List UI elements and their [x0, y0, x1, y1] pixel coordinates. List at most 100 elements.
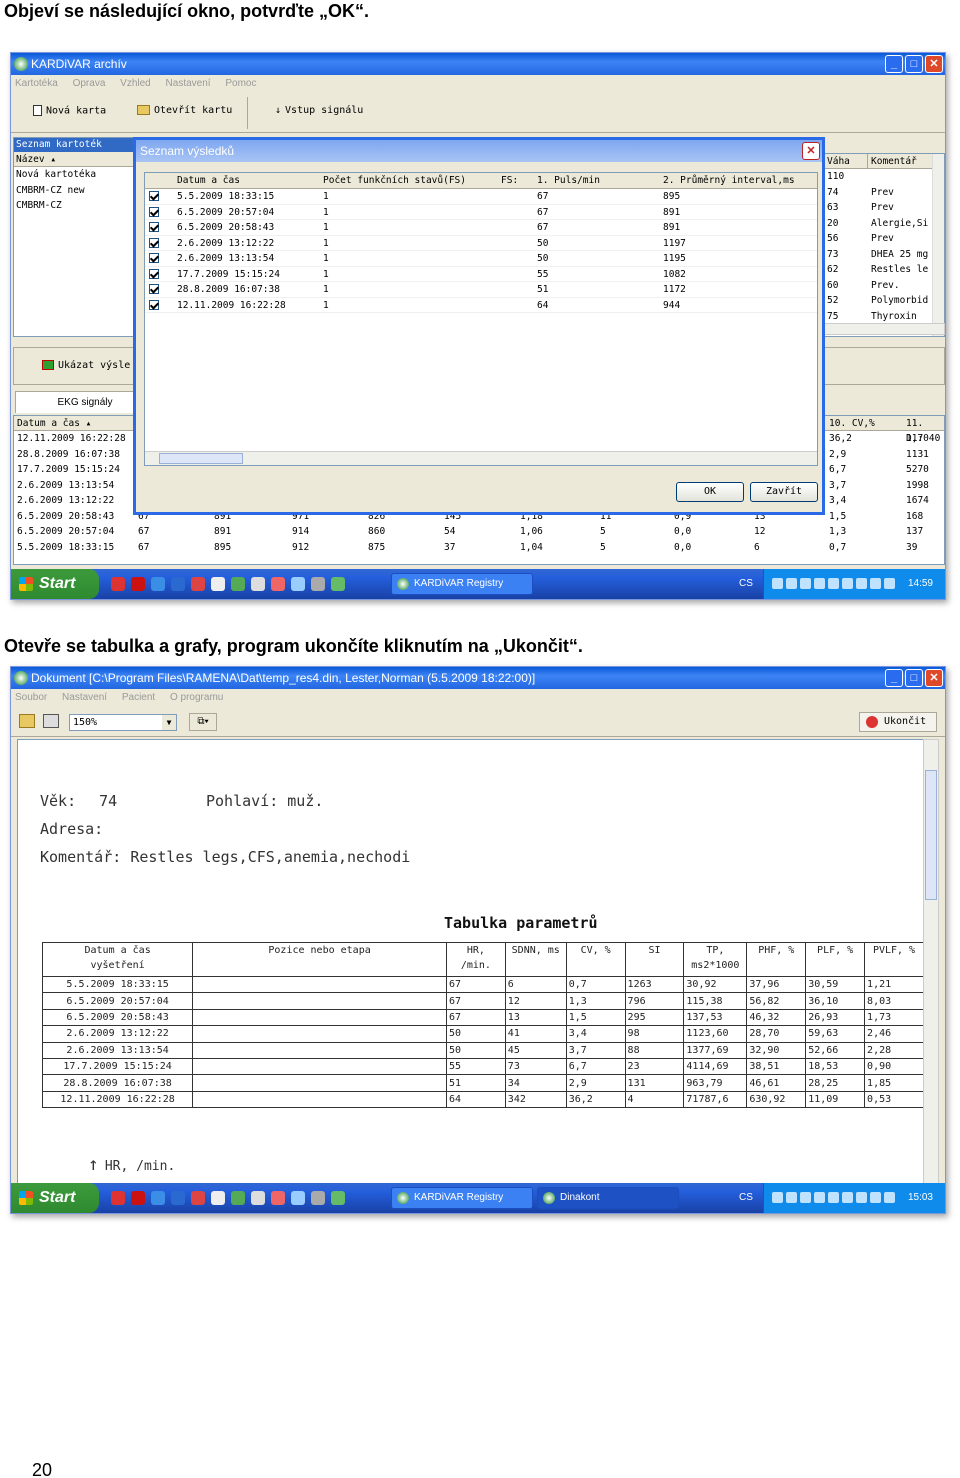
- row-checkbox[interactable]: [149, 206, 159, 217]
- card-file-item[interactable]: CMBRM-CZ: [16, 198, 136, 214]
- patient-row[interactable]: 52 Polymorbid: [824, 293, 944, 309]
- menu-item-pacient[interactable]: Pacient: [122, 692, 155, 703]
- chevron-down-icon[interactable]: ▼: [162, 715, 176, 730]
- quick-launch-icon[interactable]: [151, 1191, 165, 1205]
- quick-launch-icon[interactable]: [311, 1191, 325, 1205]
- quick-launch-icon[interactable]: [231, 1191, 245, 1205]
- copy-icon[interactable]: ⧉▾: [189, 713, 217, 731]
- language-indicator[interactable]: CS: [739, 1183, 753, 1213]
- result-row[interactable]: 2.6.2009 13:12:22 1 50 1197: [145, 236, 817, 251]
- result-row[interactable]: 5.5.2009 18:33:15 1 67 895: [145, 189, 817, 205]
- row-checkbox[interactable]: [149, 237, 159, 248]
- weight-column-header[interactable]: Váha: [824, 154, 868, 168]
- quick-launch-icon[interactable]: [131, 577, 145, 591]
- quick-launch-icon[interactable]: [291, 577, 305, 591]
- menu-item-o-programu[interactable]: O programu: [170, 692, 223, 703]
- quick-launch-icon[interactable]: [171, 577, 185, 591]
- quick-launch-icon[interactable]: [331, 577, 345, 591]
- card-file-item[interactable]: Nová kartotéka: [16, 167, 136, 183]
- menu-item-vzhled[interactable]: Vzhled: [120, 78, 151, 89]
- close-button[interactable]: ✕: [925, 669, 943, 687]
- patient-row[interactable]: 20 Alergie,Si: [824, 216, 944, 232]
- open-card-button[interactable]: Otevřít kartu: [137, 105, 232, 116]
- quick-launch-icon[interactable]: [251, 1191, 265, 1205]
- result-row[interactable]: 28.8.2009 16:07:38 1 51 1172: [145, 282, 817, 298]
- patient-row[interactable]: 75 Thyroxin: [824, 309, 944, 325]
- col-functional-states[interactable]: Počet funkčních stavů(FS): [323, 173, 466, 189]
- row-checkbox[interactable]: [149, 191, 159, 201]
- close-button[interactable]: ✕: [925, 55, 943, 73]
- quick-launch-icon[interactable]: [251, 577, 265, 591]
- horizontal-scrollbar[interactable]: [823, 323, 945, 335]
- patient-row[interactable]: 56 Prev: [824, 231, 944, 247]
- menu-item-oprava[interactable]: Oprava: [73, 78, 106, 89]
- grid-row[interactable]: 6.5.2009 20:57:04 67 891 914 860 54 1,06 5 0,0 12…: [14, 524, 944, 540]
- card-file-item[interactable]: CMBRM-CZ new: [16, 183, 136, 199]
- menu-item-soubor[interactable]: Soubor: [15, 692, 47, 703]
- col-avg-interval[interactable]: 2. Průměrný interval,ms: [663, 173, 795, 189]
- row-checkbox[interactable]: [149, 222, 159, 232]
- quick-launch-icon[interactable]: [171, 1191, 185, 1205]
- quick-launch-icon[interactable]: [211, 577, 225, 591]
- finish-button[interactable]: Ukončit: [859, 712, 937, 732]
- name-column-header[interactable]: Název ▴: [14, 152, 136, 167]
- cv-column-header[interactable]: 10. CV,%: [829, 416, 875, 431]
- maximize-button[interactable]: □: [905, 669, 923, 687]
- row-checkbox[interactable]: [149, 268, 159, 279]
- row-checkbox[interactable]: [149, 284, 159, 294]
- close-dialog-button[interactable]: Zavřít: [750, 482, 818, 502]
- patient-row[interactable]: 63 Prev: [824, 200, 944, 216]
- menu-item-nastaveni[interactable]: Nastavení: [166, 78, 211, 89]
- menu-item-nastaveni[interactable]: Nastavení: [62, 692, 107, 703]
- print-icon[interactable]: [43, 714, 59, 728]
- grid-row[interactable]: 5.5.2009 18:33:15 67 895 912 875 37 1,04 5 0,0 6 0…: [14, 540, 944, 556]
- task-dinakont[interactable]: Dinakont: [537, 1187, 679, 1209]
- minimize-button[interactable]: _: [885, 55, 903, 73]
- task-kardivar-registry[interactable]: KARDiVAR Registry: [391, 573, 533, 595]
- row-checkbox[interactable]: [149, 253, 159, 263]
- scrollbar-thumb[interactable]: [159, 453, 243, 464]
- vertical-scrollbar[interactable]: [932, 154, 944, 336]
- patient-row[interactable]: 62 Restles le: [824, 262, 944, 278]
- start-button[interactable]: Start: [11, 1183, 99, 1213]
- comment-column-header[interactable]: Komentář: [868, 154, 932, 168]
- patient-row[interactable]: 73 DHEA 25 mg: [824, 247, 944, 263]
- patient-row[interactable]: 110: [824, 169, 944, 185]
- quick-launch-icon[interactable]: [271, 577, 285, 591]
- patient-row[interactable]: 60 Prev.: [824, 278, 944, 294]
- show-results-button[interactable]: Ukázat výsle: [42, 360, 130, 371]
- quick-launch-icon[interactable]: [231, 577, 245, 591]
- result-row[interactable]: 6.5.2009 20:58:43 1 67 891: [145, 220, 817, 236]
- result-row[interactable]: 6.5.2009 20:57:04 1 67 891: [145, 205, 817, 220]
- quick-launch-icon[interactable]: [291, 1191, 305, 1205]
- dialog-close-icon[interactable]: ✕: [802, 142, 820, 160]
- ok-button[interactable]: OK: [676, 482, 744, 502]
- quick-launch-icon[interactable]: [271, 1191, 285, 1205]
- quick-launch-icon[interactable]: [111, 1191, 125, 1205]
- quick-launch-icon[interactable]: [111, 577, 125, 591]
- signal-input-button[interactable]: ↓ Vstup signálu: [275, 105, 363, 116]
- quick-launch-icon[interactable]: [191, 1191, 205, 1205]
- scrollbar-thumb[interactable]: [925, 770, 937, 900]
- quick-launch-icon[interactable]: [151, 577, 165, 591]
- new-card-button[interactable]: Nová karta: [33, 105, 106, 117]
- quick-launch-icon[interactable]: [191, 577, 205, 591]
- row-checkbox[interactable]: [149, 299, 159, 310]
- quick-launch-icon[interactable]: [311, 577, 325, 591]
- col-date-time[interactable]: Datum a čas: [177, 173, 240, 189]
- dialog-horizontal-scrollbar[interactable]: [145, 451, 817, 465]
- result-row[interactable]: 2.6.2009 13:13:54 1 50 1195: [145, 251, 817, 267]
- start-button[interactable]: Start: [11, 569, 99, 599]
- patient-row[interactable]: 74 Prev: [824, 185, 944, 201]
- quick-launch-icon[interactable]: [131, 1191, 145, 1205]
- open-folder-icon[interactable]: [19, 714, 35, 728]
- zoom-select[interactable]: 150% ▼: [69, 714, 177, 731]
- quick-launch-icon[interactable]: [211, 1191, 225, 1205]
- quick-launch-icon[interactable]: [331, 1191, 345, 1205]
- col-pulse[interactable]: 1. Puls/min: [537, 173, 600, 189]
- minimize-button[interactable]: _: [885, 669, 903, 687]
- result-row[interactable]: 12.11.2009 16:22:28 1 64 944: [145, 298, 817, 313]
- col-fs[interactable]: FS:: [501, 173, 518, 189]
- result-row[interactable]: 17.7.2009 15:15:24 1 55 1082: [145, 267, 817, 282]
- language-indicator[interactable]: CS: [739, 569, 753, 599]
